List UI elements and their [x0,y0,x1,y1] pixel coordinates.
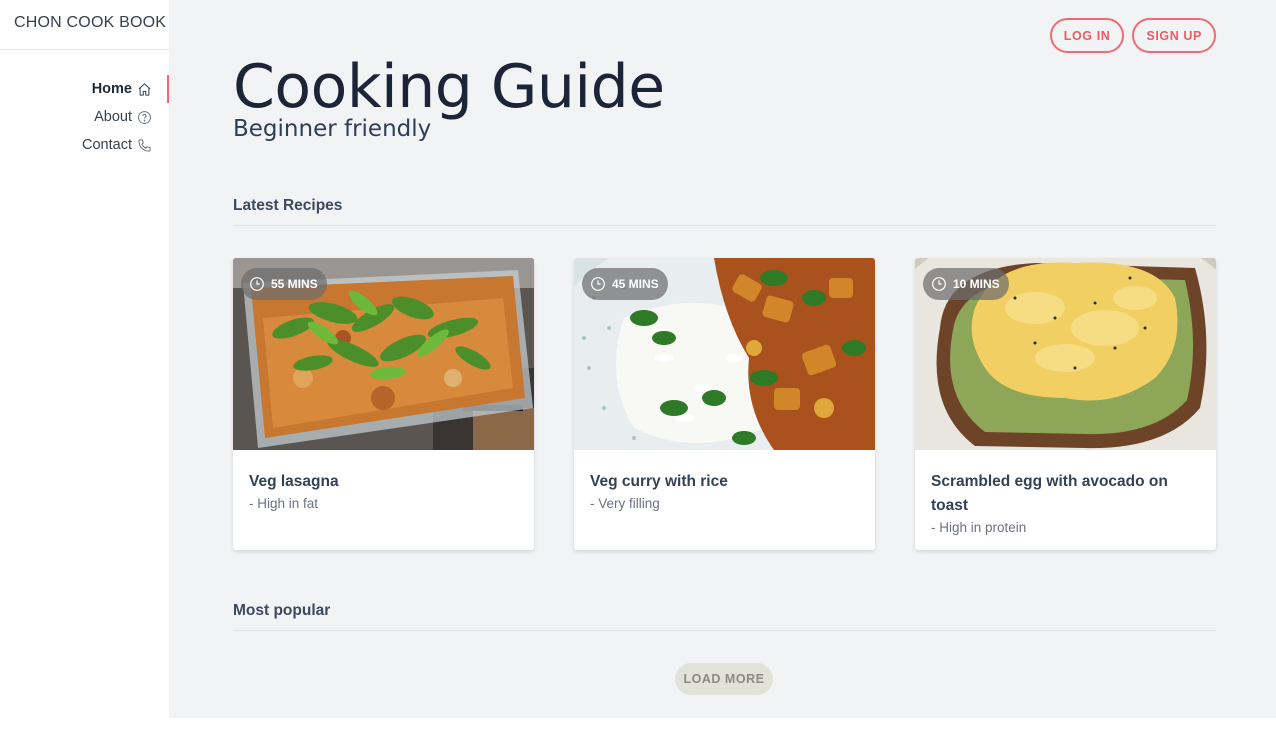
sidebar-nav: Home About Contact [0,75,169,159]
recipe-card[interactable]: 10 MINS Scrambled egg with avocado on to… [915,258,1216,550]
recipe-desc: - High in fat [249,496,319,511]
recipe-card[interactable]: 55 MINS Veg lasagna - High in fat [233,258,534,550]
clock-icon [250,277,264,291]
section-divider [233,630,1216,631]
sidebar-item-contact[interactable]: Contact [0,131,169,159]
main-content: LOG IN SIGN UP Cooking Guide Beginner fr… [169,0,1276,718]
clock-icon [591,277,605,291]
sidebar-item-label: Contact [82,137,132,153]
time-label: 10 MINS [953,277,1000,291]
load-more-button[interactable]: LOAD MORE [675,663,773,695]
time-label: 45 MINS [612,277,659,291]
section-divider [233,225,1216,226]
recipe-title: Veg lasagna [249,473,339,490]
sidebar: CHON COOK BOOK Home About Contact [0,0,169,718]
sidebar-item-about[interactable]: About [0,103,169,131]
login-button[interactable]: LOG IN [1049,18,1125,53]
clock-icon [932,277,946,291]
section-title-popular: Most popular [233,602,331,619]
recipe-desc: - High in protein [931,520,1027,535]
time-badge: 10 MINS [923,268,1009,300]
recipe-title: Veg curry with rice [590,473,728,490]
recipe-title: Scrambled egg with avocado on toast [931,473,1168,514]
help-circle-icon [138,110,151,124]
recipe-image-lasagna: 55 MINS [233,258,534,450]
recipe-desc: - Very filling [590,496,660,511]
phone-icon [138,138,151,152]
home-icon [138,82,151,96]
recipe-image-curry: 45 MINS [574,258,875,450]
sidebar-item-label: Home [91,81,132,97]
sidebar-item-label: About [94,109,132,125]
time-badge: 55 MINS [241,268,327,300]
signup-button[interactable]: SIGN UP [1132,18,1216,53]
time-label: 55 MINS [271,277,318,291]
time-badge: 45 MINS [582,268,668,300]
auth-buttons: LOG IN SIGN UP [1049,18,1216,53]
section-title-latest: Latest Recipes [233,197,343,214]
page-subtitle: Beginner friendly [233,116,432,142]
sidebar-item-home[interactable]: Home [0,75,169,103]
page-title: Cooking Guide [233,52,665,122]
recipe-card[interactable]: 45 MINS Veg curry with rice - Very filli… [574,258,875,550]
recipe-image-egg-toast: 10 MINS [915,258,1216,450]
brand-logo[interactable]: CHON COOK BOOK [0,0,169,50]
